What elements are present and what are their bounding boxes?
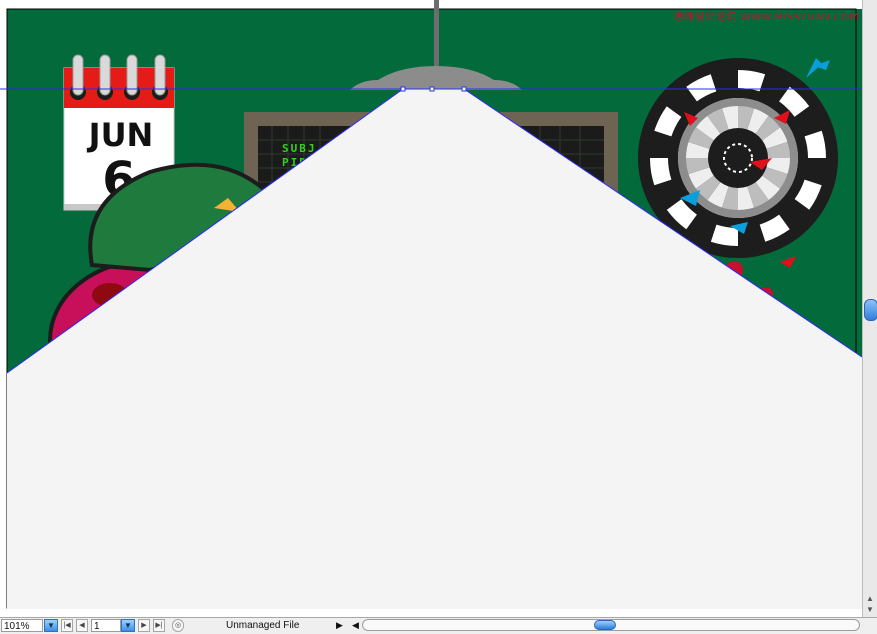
page-field[interactable]: 1 xyxy=(91,619,121,632)
file-status-label: Unmanaged File xyxy=(226,620,300,631)
vertical-scroll-thumb[interactable] xyxy=(864,299,877,321)
next-page-icon[interactable]: ▶ xyxy=(138,619,150,632)
scroll-down-icon[interactable]: ▼ xyxy=(864,605,876,615)
watermark-text: 思缘设计论坛 WWW.MISSYUAN.COM xyxy=(673,12,859,23)
zoom-field[interactable]: 101% xyxy=(1,619,43,632)
horizontal-scroll-thumb[interactable] xyxy=(594,620,616,630)
artboard-nav-icon[interactable]: ◎ xyxy=(172,619,184,632)
prev-page-icon[interactable]: ◀ xyxy=(76,619,88,632)
first-page-icon[interactable]: |◀ xyxy=(61,619,73,632)
zoom-dropdown-icon[interactable]: ▼ xyxy=(44,619,58,632)
scroll-up-icon[interactable]: ▲ xyxy=(864,594,876,604)
scroll-left-icon[interactable]: ◀ xyxy=(352,619,359,632)
calendar-month: JUN xyxy=(87,116,154,154)
page-value: 1 xyxy=(94,621,100,632)
artboard-canvas[interactable]: JUN 6 SUBJ PID xyxy=(0,0,877,633)
page-dropdown-icon[interactable]: ▼ xyxy=(121,619,135,632)
status-menu-icon[interactable]: ▶ xyxy=(336,619,343,632)
monitor-line-1: SUBJ xyxy=(282,142,317,155)
lamp-cord xyxy=(434,0,439,72)
last-page-icon[interactable]: ▶| xyxy=(153,619,165,632)
zoom-value: 101% xyxy=(4,621,30,632)
